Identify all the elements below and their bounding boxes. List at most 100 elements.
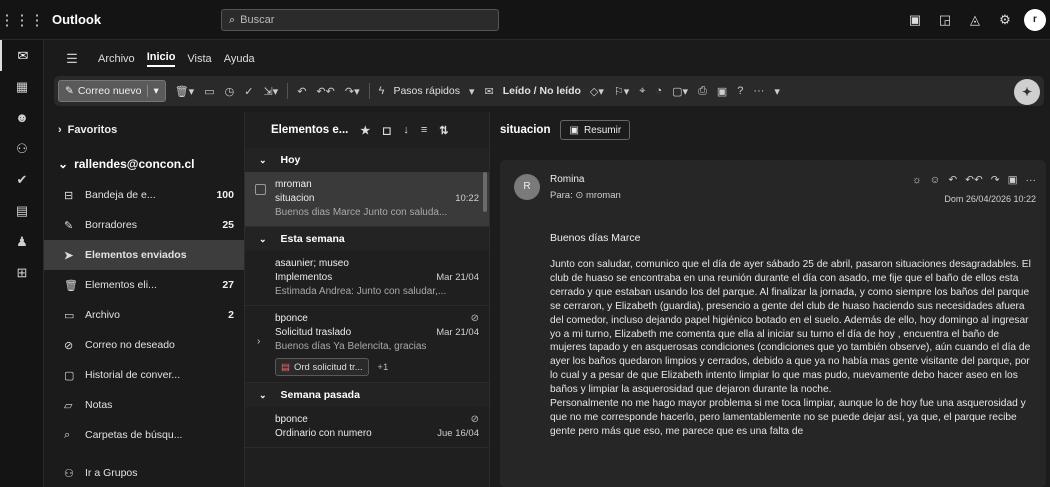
filter-icon[interactable]: ≡ [421,124,427,136]
chevron-down-icon[interactable]: ▾ [147,85,159,97]
feedback-icon[interactable]: ◲ [930,12,960,28]
groups-icon[interactable]: ⚇ [0,133,44,164]
more-attachments[interactable]: +1 [377,362,388,373]
tag-icon[interactable]: ◇▾ [590,85,604,98]
folder-deleted[interactable]: 🗑 Elementos eli... 27 [44,270,244,300]
search-input[interactable]: ⌕ Buscar [221,9,499,31]
message-body: Junto con saludar, comunico que el día d… [550,258,1036,439]
forward-icon[interactable]: ↷ [991,174,1000,186]
bell-icon[interactable]: ◬ [960,12,990,28]
mail-icon[interactable]: ✉ [0,40,44,71]
group-last-week[interactable]: ⌄ Semana pasada [245,383,489,407]
people-icon[interactable]: ☻ [0,102,44,133]
more-icon[interactable]: ··· [753,85,764,97]
delete-icon[interactable]: 🗑▾ [175,85,195,98]
more-icon[interactable]: ··· [1026,174,1037,186]
account-header[interactable]: ⌄ rallendes@concon.cl [44,148,244,180]
ribbon-toolbar: ✎ Correo nuevo ▾ 🗑▾ ▭ ◷ ✓ ⇲▾ ↶ ↶↶ ↷▾ ϟ P… [54,76,1044,106]
print-icon[interactable]: ⎙ [698,85,707,98]
org-icon[interactable]: ♟ [0,226,44,257]
teams-icon[interactable]: ▣ [1008,174,1018,186]
group-today[interactable]: ⌄ Hoy [245,148,489,172]
tab-ayuda[interactable]: Ayuda [224,53,255,65]
reply-icon[interactable]: ↶ [297,85,306,98]
forward-icon[interactable]: ↷▾ [345,85,360,98]
history-icon: ▢ [64,369,75,382]
message-datetime: Dom 26/04/2026 10:22 [944,194,1036,204]
snooze-icon[interactable]: ◔ [655,85,662,97]
folder-inbox[interactable]: ⊟ Bandeja de e... 100 [44,180,244,210]
message-date: Jue 16/04 [437,428,479,439]
folder-search[interactable]: ⌕ Carpetas de búsqu... [44,420,244,450]
help-icon[interactable]: ? [737,85,743,97]
immersive-icon[interactable]: ▣ [717,85,727,98]
tab-archivo[interactable]: Archivo [98,53,135,65]
onedrive-icon[interactable]: ▤ [0,195,44,226]
report-icon[interactable]: ◷ [225,85,235,98]
paperclip-icon: ⊘ [470,414,479,425]
reply-icon[interactable]: ↶ [948,174,957,186]
info-icon[interactable]: ◻ [382,124,391,137]
archive-icon[interactable]: ▭ [204,85,214,98]
todo-icon[interactable]: ✔ [0,164,44,195]
move-icon[interactable]: ⇲▾ [263,85,278,98]
copilot-icon[interactable]: ✦ [1014,79,1040,105]
summarize-button[interactable]: ▣ Resumir [560,120,631,140]
sort-icon[interactable]: ⇅ [439,124,448,137]
new-mail-label: Correo nuevo [77,85,142,97]
select-checkbox[interactable] [255,184,266,195]
message-from: asaunier; museo [275,258,349,269]
apps-icon[interactable]: ⊞ [0,257,44,288]
sun-icon[interactable]: ☼ [912,174,922,186]
hamburger-icon[interactable]: ☰ [58,51,86,67]
pin-icon[interactable]: ⌖ [639,85,645,98]
drafts-icon: ✎ [64,219,74,232]
tab-vista[interactable]: Vista [187,53,211,65]
app-title[interactable]: Outlook [44,12,214,27]
rules-icon[interactable]: ▢▾ [672,85,688,98]
settings-icon[interactable]: ⚙ [990,12,1020,28]
list-item[interactable]: › bponce ⊘ Solicitud traslado Mar 21/04 Bu… [245,306,489,383]
group-this-week[interactable]: ⌄ Esta semana [245,227,489,251]
reply-all-icon[interactable]: ↶↶ [965,174,983,186]
message-date: Mar 21/04 [436,327,479,338]
go-to-groups[interactable]: ⚇ Ir a Grupos [44,458,244,487]
favorites-header[interactable]: › Favoritos [44,112,244,148]
expand-ribbon-icon[interactable]: ▾ [774,85,780,98]
list-item[interactable]: mroman situacion 10:22 Buenos dias Marce … [245,172,489,227]
recipient-line[interactable]: Para: ⊙ mroman [550,190,621,201]
message-preview: Estimada Andrea: Junto con saludar,... [275,286,447,297]
folder-notes[interactable]: ▱ Notas [44,390,244,420]
scrollbar[interactable] [483,172,487,212]
folder-junk[interactable]: ⊘ Correo no deseado [44,330,244,360]
jump-icon[interactable]: ↓ [403,124,409,136]
flag-icon[interactable]: ⚐▾ [614,85,629,98]
avatar[interactable]: R [514,174,540,200]
sweep-icon[interactable]: ✓ [244,85,253,98]
new-mail-button[interactable]: ✎ Correo nuevo ▾ [58,80,166,102]
list-item[interactable]: asaunier; museo Implementos Mar 21/04 Est… [245,251,489,306]
emoji-icon[interactable]: ☺ [930,174,941,186]
chevron-right-icon[interactable]: › [257,336,260,347]
calendar-icon[interactable]: ▦ [0,71,44,102]
top-bar: ⋮⋮⋮ Outlook ⌕ Buscar ▣ ◲ ◬ ⚙ r [0,0,1050,40]
quick-steps-button[interactable]: Pasos rápidos [393,85,460,97]
envelope-open-icon: ✉ [484,85,494,98]
list-header: Elementos e... ★ ◻ ↓ ≡ ⇅ [245,112,489,148]
tab-inicio[interactable]: Inicio [146,51,176,67]
account-avatar[interactable]: r [1024,9,1046,31]
star-icon[interactable]: ★ [360,124,370,137]
sender-name[interactable]: Romina [550,174,584,185]
app-launcher-icon[interactable]: ⋮⋮⋮ [0,0,45,40]
present-icon[interactable]: ▣ [900,12,930,28]
read-unread-button[interactable]: Leído / No leído [503,85,581,97]
folder-drafts[interactable]: ✎ Borradores 25 [44,210,244,240]
reply-all-icon[interactable]: ↶↶ [316,85,334,98]
folder-history[interactable]: ▢ Historial de conver... [44,360,244,390]
chevron-down-icon[interactable]: ▾ [469,85,475,98]
folder-archive[interactable]: ▭ Archivo 2 [44,300,244,330]
folder-sent[interactable]: ➤ Elementos enviados [44,240,244,270]
attachment-chip[interactable]: ▤ Ord solicitud tr... [275,358,369,376]
list-item[interactable]: bponce ⊘ Ordinario con numero Jue 16/04 [245,407,489,448]
folder-count: 2 [228,309,234,321]
